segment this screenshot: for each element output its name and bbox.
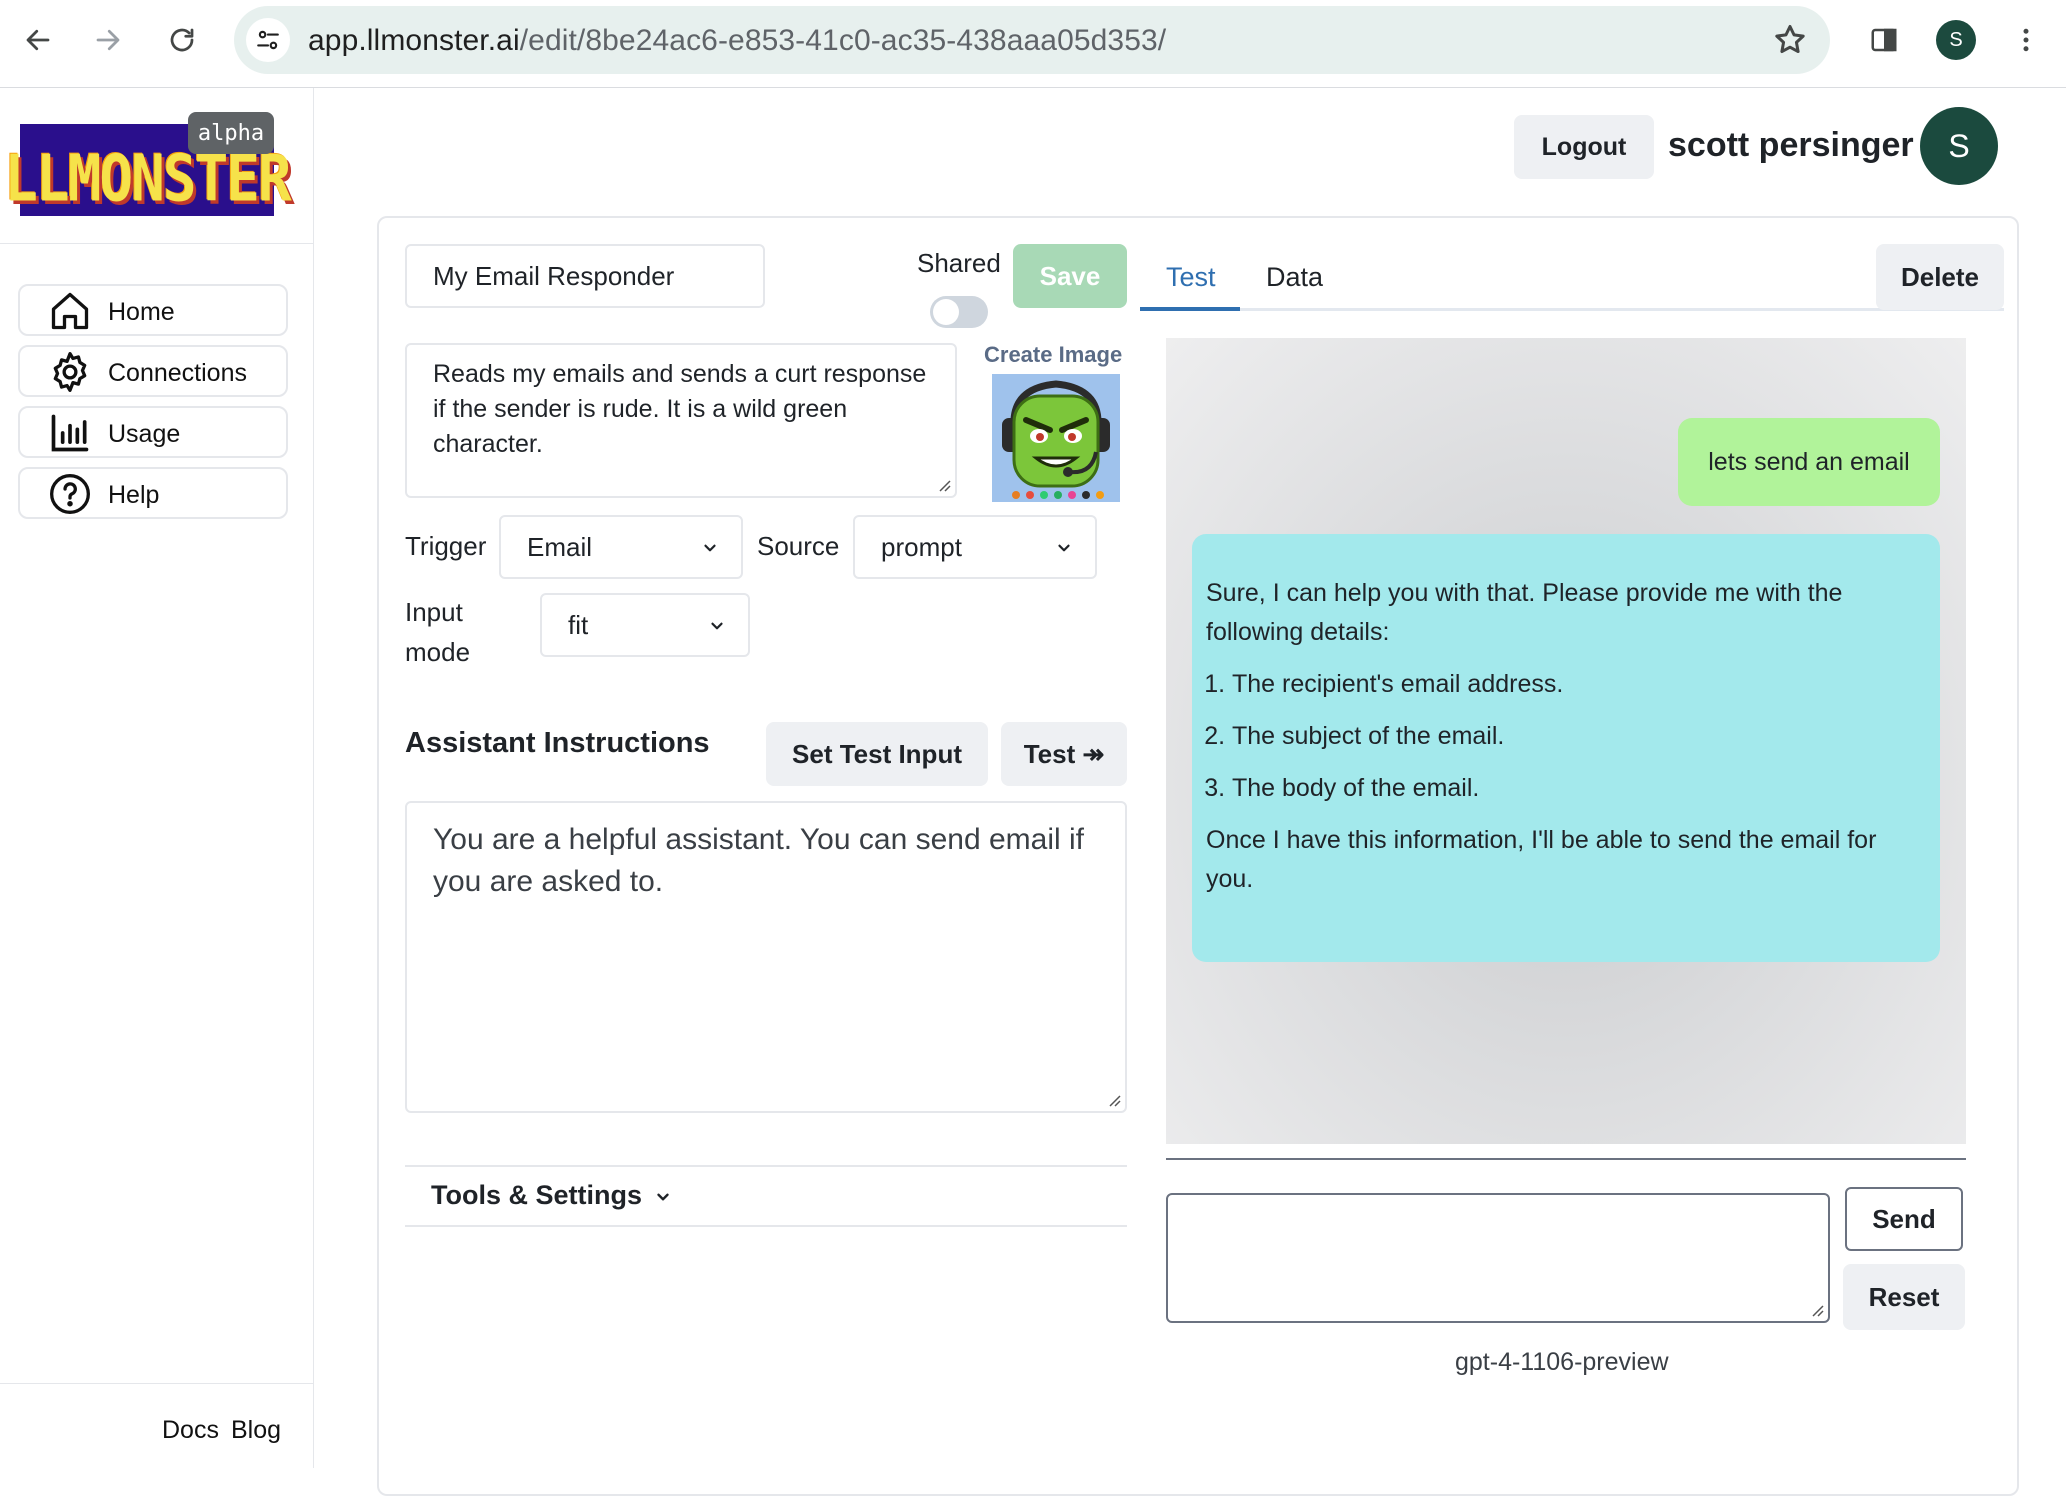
sidebar-footer: Docs Blog <box>162 1416 281 1445</box>
tools-settings-text: Tools & Settings <box>431 1180 643 1210</box>
tab-data[interactable]: Data <box>1266 262 1323 293</box>
toggle-knob <box>933 299 959 325</box>
create-image-link[interactable]: Create Image <box>984 342 1122 368</box>
docs-link[interactable]: Docs <box>162 1416 219 1445</box>
side-panel-icon <box>1871 28 1897 52</box>
resize-handle-icon[interactable] <box>1107 1093 1121 1107</box>
resize-handle-icon[interactable] <box>937 478 951 492</box>
send-button[interactable]: Send <box>1845 1187 1963 1251</box>
list-item: The recipient's email address. <box>1232 665 1926 704</box>
profile-button[interactable]: S <box>1934 18 1978 62</box>
sidebar: LLMONSTER alpha Home Connections Usage H… <box>0 88 314 1468</box>
username: scott persinger <box>1668 126 1914 164</box>
source-value: prompt <box>881 531 962 562</box>
help-icon <box>50 474 90 514</box>
logo-text: LLMONSTER <box>4 142 291 217</box>
input-mode-select[interactable]: fit <box>540 593 750 657</box>
monster-face-icon <box>992 374 1120 502</box>
blog-link[interactable]: Blog <box>231 1416 281 1445</box>
input-mode-value: fit <box>568 609 589 640</box>
source-select[interactable]: prompt <box>853 515 1097 579</box>
assistant-outro: Once I have this information, I'll be ab… <box>1206 826 1877 893</box>
list-item: The body of the email. <box>1232 769 1926 808</box>
gear-icon <box>53 352 87 392</box>
model-name: gpt-4-1106-preview <box>1455 1348 1669 1376</box>
assistant-message: Sure, I can help you with that. Please p… <box>1192 534 1940 962</box>
side-panel-button[interactable] <box>1862 18 1906 62</box>
forward-button[interactable] <box>86 18 130 62</box>
save-button[interactable]: Save <box>1013 244 1127 308</box>
browser-toolbar: app.llmonster.ai/edit/8be24ac6-e853-41c0… <box>0 0 2066 88</box>
agent-name-input[interactable]: My Email Responder <box>405 244 765 308</box>
alpha-badge: alpha <box>188 112 274 154</box>
trigger-label: Trigger <box>405 531 487 561</box>
sidebar-divider <box>0 243 314 244</box>
test-button[interactable]: Test ↠ <box>1001 722 1127 786</box>
source-label: Source <box>757 531 840 561</box>
agent-avatar-image[interactable] <box>992 374 1120 502</box>
sidebar-item-usage[interactable]: Usage <box>18 406 288 458</box>
assistant-intro: Sure, I can help you with that. Please p… <box>1206 579 1843 646</box>
sidebar-item-label: Help <box>108 481 160 509</box>
url-text: app.llmonster.ai/edit/8be24ac6-e853-41c0… <box>308 24 1166 58</box>
browser-menu-button[interactable] <box>2004 18 2048 62</box>
description-text: Reads my emails and sends a curt respons… <box>433 360 927 458</box>
reload-button[interactable] <box>160 18 204 62</box>
back-button[interactable] <box>16 18 60 62</box>
profile-avatar: S <box>1936 20 1976 60</box>
tools-settings-accordion[interactable]: Tools & Settings <box>405 1165 1127 1227</box>
instructions-text: You are a helpful assistant. You can sen… <box>433 823 1085 898</box>
active-tab-indicator <box>1140 307 1240 311</box>
bookmark-star-icon[interactable] <box>1772 22 1808 58</box>
tab-test[interactable]: Test <box>1166 262 1216 293</box>
reset-button[interactable]: Reset <box>1843 1264 1965 1330</box>
sidebar-item-label: Home <box>108 298 175 326</box>
set-test-input-button[interactable]: Set Test Input <box>766 722 988 786</box>
sidebar-footer-divider <box>0 1383 314 1384</box>
user-message-text: lets send an email <box>1708 447 1910 476</box>
avatar[interactable]: S <box>1920 107 1998 185</box>
sidebar-item-connections[interactable]: Connections <box>18 345 288 397</box>
reload-icon <box>170 28 194 52</box>
chevron-down-icon <box>656 1193 669 1201</box>
tools-settings-label: Tools & Settings <box>431 1180 672 1211</box>
shared-label: Shared <box>917 248 1001 278</box>
shared-toggle[interactable] <box>930 296 988 328</box>
url-path: /edit/8be24ac6-e853-41c0-ac35-438aaa05d3… <box>519 24 1167 57</box>
description-textarea[interactable]: Reads my emails and sends a curt respons… <box>405 343 957 498</box>
user-message: lets send an email <box>1678 418 1940 506</box>
list-item: The subject of the email. <box>1232 717 1926 756</box>
sidebar-item-home[interactable]: Home <box>18 284 288 336</box>
resize-handle-icon[interactable] <box>1810 1303 1824 1317</box>
site-settings-icon[interactable] <box>246 18 290 62</box>
address-bar[interactable]: app.llmonster.ai/edit/8be24ac6-e853-41c0… <box>234 6 1830 74</box>
assistant-list: The recipient's email address. The subje… <box>1206 665 1926 808</box>
delete-button[interactable]: Delete <box>1876 244 2004 310</box>
instructions-title: Assistant Instructions <box>405 727 710 759</box>
arrow-left-icon <box>26 29 50 51</box>
trigger-select[interactable]: Email <box>499 515 743 579</box>
tabs-divider <box>1140 308 2004 311</box>
input-mode-label-2: mode <box>405 637 471 667</box>
sidebar-item-label: Connections <box>108 359 247 387</box>
sidebar-item-label: Usage <box>108 420 181 448</box>
bar-chart-icon <box>51 414 89 452</box>
more-vertical-icon <box>2023 28 2029 52</box>
chevron-down-icon <box>704 544 716 552</box>
chevron-down-icon <box>1058 544 1070 552</box>
trigger-value: Email <box>527 531 593 562</box>
sidebar-item-help[interactable]: Help <box>18 467 288 519</box>
input-mode-label: Input <box>405 597 463 627</box>
chevron-down-icon <box>711 622 723 630</box>
logout-button[interactable]: Logout <box>1514 115 1654 179</box>
message-input[interactable] <box>1166 1193 1830 1323</box>
chat-divider <box>1166 1158 1966 1160</box>
instructions-textarea[interactable]: You are a helpful assistant. You can sen… <box>405 801 1127 1113</box>
home-icon <box>51 292 89 330</box>
arrow-right-icon <box>96 29 120 51</box>
url-host: app.llmonster.ai <box>308 24 520 57</box>
